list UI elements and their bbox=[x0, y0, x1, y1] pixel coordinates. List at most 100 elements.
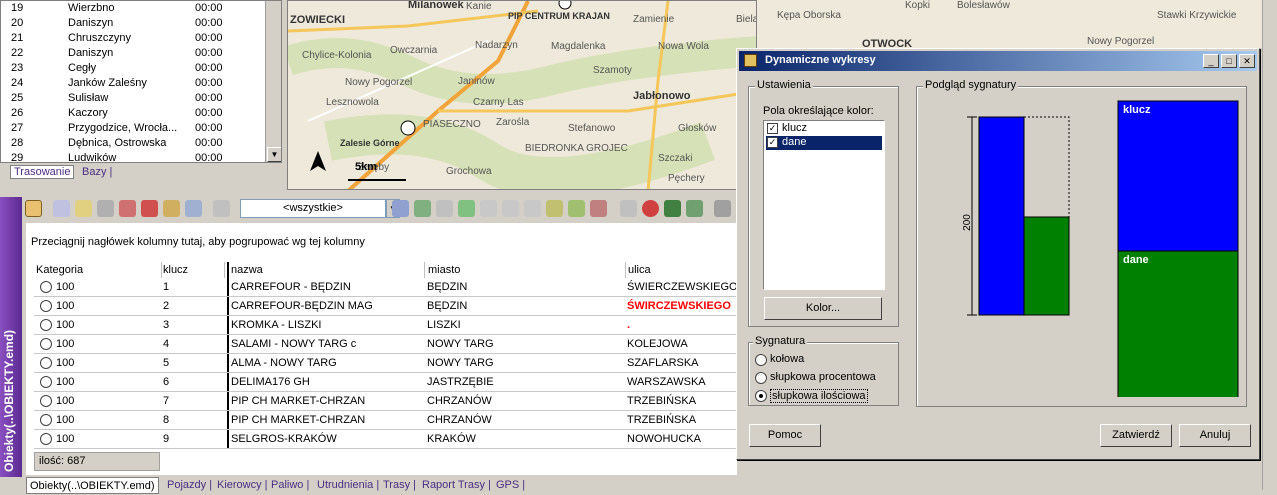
close-icon[interactable]: ✕ bbox=[1239, 54, 1255, 68]
tab-bazy[interactable]: Bazy | bbox=[82, 166, 112, 178]
row-select-radio[interactable] bbox=[40, 395, 52, 407]
export-icon[interactable] bbox=[185, 200, 202, 217]
maximize-icon[interactable]: □ bbox=[1221, 54, 1237, 68]
field-item-dane[interactable]: ✓ dane bbox=[766, 136, 882, 150]
table-row[interactable]: 100 5 ALMA - NOWY TARG NOWY TARG SZAFLARSKA bbox=[34, 354, 737, 373]
color-button[interactable]: Kolor... bbox=[764, 297, 882, 320]
edit-pencil-icon[interactable] bbox=[546, 200, 563, 217]
route-list-row[interactable]: 28 Dębnica, Ostrowska 00:00 bbox=[1, 136, 266, 151]
tab-pojazdy[interactable]: Pojazdy | bbox=[167, 477, 212, 493]
tab-gps[interactable]: GPS | bbox=[496, 477, 525, 493]
tab-kierowcy[interactable]: Kierowcy | bbox=[217, 477, 268, 493]
map-icon[interactable] bbox=[686, 200, 703, 217]
group-icon[interactable] bbox=[163, 200, 180, 217]
scroll-down-icon[interactable]: ▼ bbox=[267, 147, 281, 162]
confirm-button[interactable]: Zatwierdź bbox=[1100, 424, 1172, 447]
route-icon[interactable] bbox=[590, 200, 607, 217]
copy-icon[interactable] bbox=[620, 200, 637, 217]
help-button[interactable]: Pomoc bbox=[749, 424, 821, 447]
signature-option-label: słupkowa procentowa bbox=[770, 371, 876, 383]
cell-klucz: 4 bbox=[163, 338, 170, 350]
route-list-row[interactable]: 20 Daniszyn 00:00 bbox=[1, 16, 266, 31]
column-header-miasto[interactable]: miasto bbox=[426, 262, 626, 278]
field-checkbox-dane[interactable]: ✓ bbox=[767, 137, 778, 148]
row-select-radio[interactable] bbox=[40, 338, 52, 350]
color-fields-list[interactable]: ✓ klucz ✓ dane bbox=[763, 120, 885, 290]
table-row[interactable]: 100 7 PIP CH MARKET-CHRZAN CHRZANÓW TRZEBIŃS… bbox=[34, 392, 737, 411]
signature-radio-procentowa[interactable] bbox=[755, 372, 767, 384]
edit-icon[interactable] bbox=[53, 200, 70, 217]
add-icon[interactable] bbox=[75, 200, 92, 217]
signature-option-ilosciowa[interactable]: słupkowa ilościowa bbox=[755, 389, 895, 404]
tab-trasowanie[interactable]: Trasowanie bbox=[10, 165, 75, 179]
map-view[interactable]: Milanowek Kanie PIP CENTRUM KRAJAN ZOWIE… bbox=[287, 0, 757, 190]
row-select-radio[interactable] bbox=[40, 357, 52, 369]
signature-radio-kolowa[interactable] bbox=[755, 354, 767, 366]
dialog-title-bar[interactable]: Dynamiczne wykresy _ □ ✕ bbox=[739, 51, 1257, 71]
field-checkbox-klucz[interactable]: ✓ bbox=[767, 123, 778, 134]
column-header-nazwa[interactable]: nazwa bbox=[227, 262, 425, 278]
tab-trasy[interactable]: Trasy | bbox=[383, 477, 416, 493]
route-list-row[interactable]: 26 Kaczory 00:00 bbox=[1, 106, 266, 121]
row-select-radio[interactable] bbox=[40, 319, 52, 331]
row-select-radio[interactable] bbox=[40, 433, 52, 445]
tab-utrudnienia[interactable]: Utrudnienia | bbox=[317, 477, 379, 493]
tab-raport-trasy[interactable]: Raport Trasy | bbox=[422, 477, 491, 493]
add-point-icon[interactable] bbox=[458, 200, 475, 217]
column-header-kategoria[interactable]: Kategoria bbox=[36, 262, 162, 278]
minimize-icon[interactable]: _ bbox=[1203, 54, 1219, 68]
signature-option-procentowa[interactable]: słupkowa procentowa bbox=[755, 371, 895, 386]
objects-sidebar-tab[interactable]: Obiekty(..\OBIEKTY.emd) bbox=[0, 197, 22, 477]
tab-paliwo[interactable]: Paliwo | bbox=[271, 477, 309, 493]
row-select-radio[interactable] bbox=[40, 281, 52, 293]
signature-radio-ilosciowa[interactable] bbox=[755, 390, 767, 402]
route-list-row[interactable]: 19 Wierzbno 00:00 bbox=[1, 1, 266, 16]
column-header-ulica[interactable]: ulica bbox=[626, 262, 737, 278]
route-list-row[interactable]: 23 Cegły 00:00 bbox=[1, 61, 266, 76]
column-header-klucz[interactable]: klucz bbox=[163, 262, 225, 278]
table-row[interactable]: 100 9 SELGROS-KRAKÓW KRAKÓW NOWOHUCKA bbox=[34, 430, 737, 449]
settings-icon[interactable] bbox=[568, 200, 585, 217]
route-list-row[interactable]: 29 Ludwików 00:00 bbox=[1, 151, 266, 162]
tab-obiekty[interactable]: Obiekty(..\OBIEKTY.emd) bbox=[26, 477, 159, 494]
route-list-scrollbar[interactable]: ▼ bbox=[265, 1, 281, 162]
route-list-row[interactable]: 22 Daniszyn 00:00 bbox=[1, 46, 266, 61]
row-select-radio[interactable] bbox=[40, 376, 52, 388]
route-name: Kaczory bbox=[68, 107, 108, 119]
route-list-row[interactable]: 25 Sulisław 00:00 bbox=[1, 91, 266, 106]
filter-select[interactable]: <wszystkie> bbox=[240, 199, 386, 218]
route-list-row[interactable]: 24 Janków Zaleśny 00:00 bbox=[1, 76, 266, 91]
route-list-row[interactable]: 27 Przygodzice, Wrocła... 00:00 bbox=[1, 121, 266, 136]
right-scrollbar[interactable] bbox=[1262, 0, 1277, 490]
filter-icon[interactable] bbox=[392, 200, 409, 217]
table-row[interactable]: 100 8 PIP CH MARKET-CHRZAN CHRZANÓW TRZEBIŃS… bbox=[34, 411, 737, 430]
bar-chart-icon[interactable] bbox=[664, 200, 681, 217]
table-row[interactable]: 100 6 DELIMA176 GH JASTRZĘBIE WARSZAWSKA bbox=[34, 373, 737, 392]
pie-chart-icon[interactable] bbox=[642, 200, 659, 217]
cancel-button[interactable]: Anuluj bbox=[1179, 424, 1251, 447]
cell-klucz: 1 bbox=[163, 281, 170, 293]
row-select-radio[interactable] bbox=[40, 414, 52, 426]
row-select-radio[interactable] bbox=[40, 300, 52, 312]
print-icon[interactable] bbox=[97, 200, 114, 217]
layers-icon[interactable] bbox=[436, 200, 453, 217]
group-by-hint[interactable]: Przeciągnij nagłówek kolumny tutaj, aby … bbox=[31, 236, 365, 248]
table-row[interactable]: 100 4 SALAMI - NOWY TARG c NOWY TARG KOLEJOW… bbox=[34, 335, 737, 354]
route-list-row[interactable]: 21 Chruszczyny 00:00 bbox=[1, 31, 266, 46]
cell-klucz: 5 bbox=[163, 357, 170, 369]
delete-icon[interactable] bbox=[119, 200, 136, 217]
table-icon[interactable] bbox=[714, 200, 731, 217]
signature-option-kolowa[interactable]: kołowa bbox=[755, 353, 895, 368]
import-icon[interactable] bbox=[414, 200, 431, 217]
search-icon[interactable] bbox=[213, 200, 230, 217]
move-icon[interactable] bbox=[480, 200, 497, 217]
table-row[interactable]: 100 1 CARREFOUR - BĘDZIN BĘDZIN ŚWIERCZEWSKI… bbox=[34, 278, 737, 297]
objects-icon[interactable] bbox=[25, 200, 42, 217]
remove-icon[interactable] bbox=[141, 200, 158, 217]
crosshair-icon[interactable] bbox=[502, 200, 519, 217]
map-view-right[interactable]: Kępa Oborska Kopki Bolesławów Stawki Krz… bbox=[757, 0, 1270, 48]
field-item-klucz[interactable]: ✓ klucz bbox=[766, 122, 882, 136]
table-row[interactable]: 100 2 CARREFOUR-BĘDZIN MAG BĘDZIN ŚWIRCZEWSK… bbox=[34, 297, 737, 316]
table-row[interactable]: 100 3 KROMKA - LISZKI LISZKI. bbox=[34, 316, 737, 335]
zoom-icon[interactable] bbox=[524, 200, 541, 217]
